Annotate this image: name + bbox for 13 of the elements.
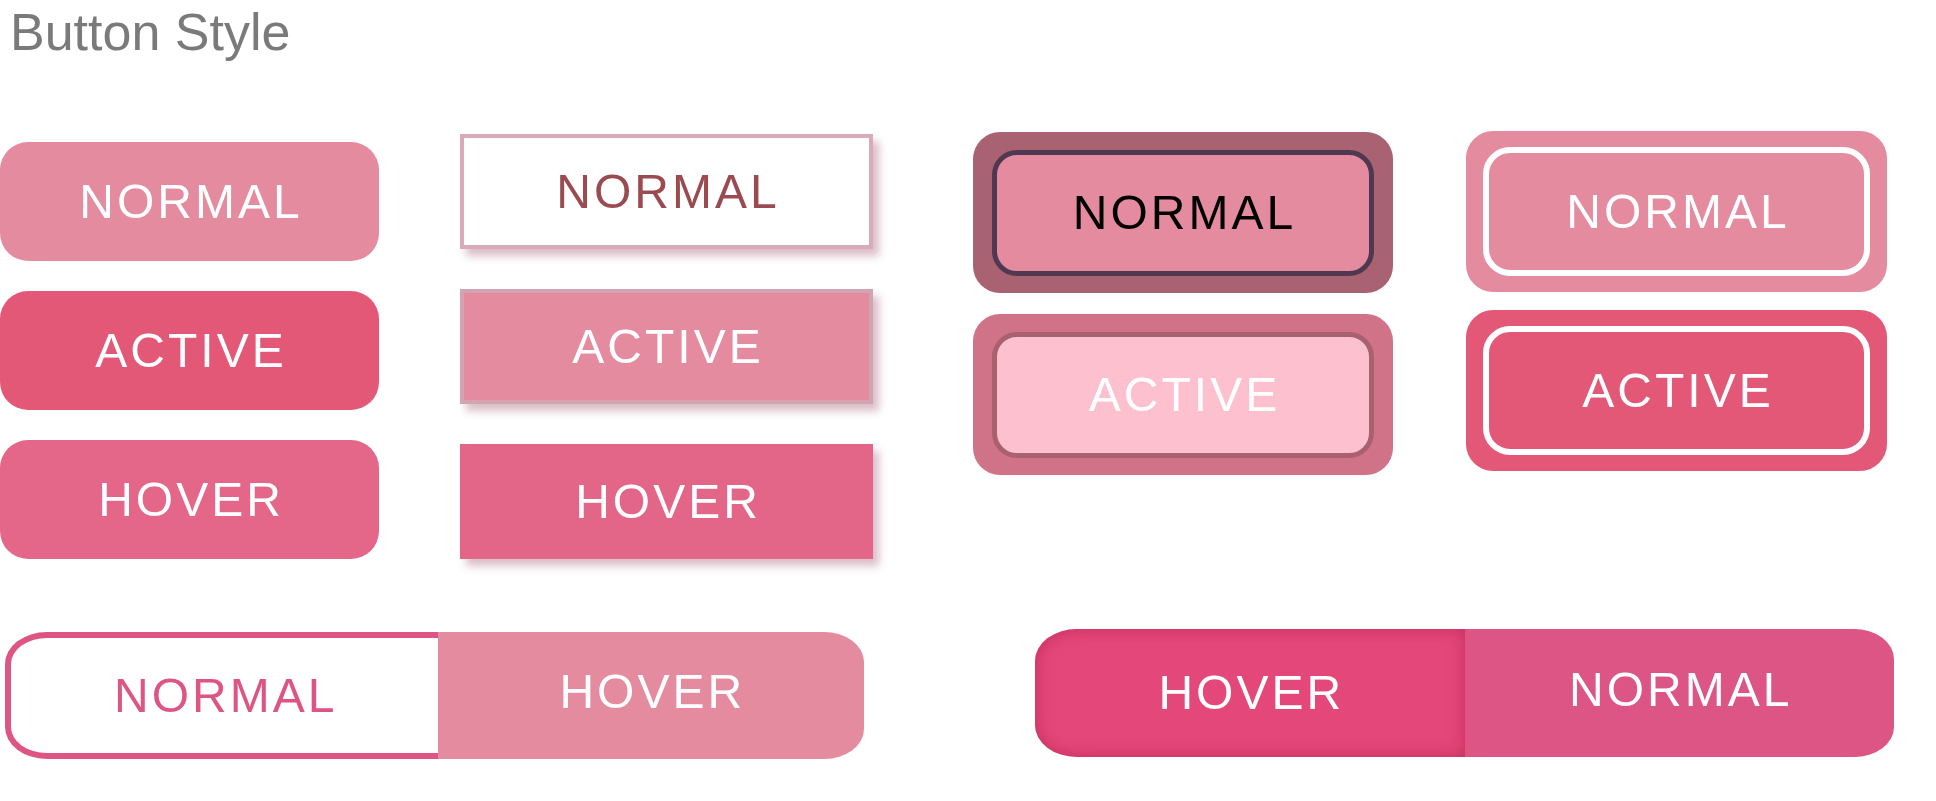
segment-button[interactable]: NORMAL xyxy=(1464,629,1894,757)
framed-button[interactable]: NORMAL xyxy=(1466,131,1887,292)
rounded-button[interactable]: ACTIVE xyxy=(0,291,379,410)
rounded-button[interactable]: NORMAL xyxy=(0,142,379,261)
framed-button[interactable]: NORMAL xyxy=(973,132,1393,293)
segment-button[interactable]: HOVER xyxy=(437,632,864,759)
segment-button[interactable]: HOVER xyxy=(1035,629,1465,757)
rounded-button[interactable]: HOVER xyxy=(0,440,379,559)
square-button[interactable]: ACTIVE xyxy=(460,289,873,404)
segment-button[interactable]: NORMAL xyxy=(5,632,438,759)
framed-button[interactable]: ACTIVE xyxy=(1466,310,1887,471)
square-button[interactable]: HOVER xyxy=(460,444,873,559)
square-button[interactable]: NORMAL xyxy=(460,134,873,249)
